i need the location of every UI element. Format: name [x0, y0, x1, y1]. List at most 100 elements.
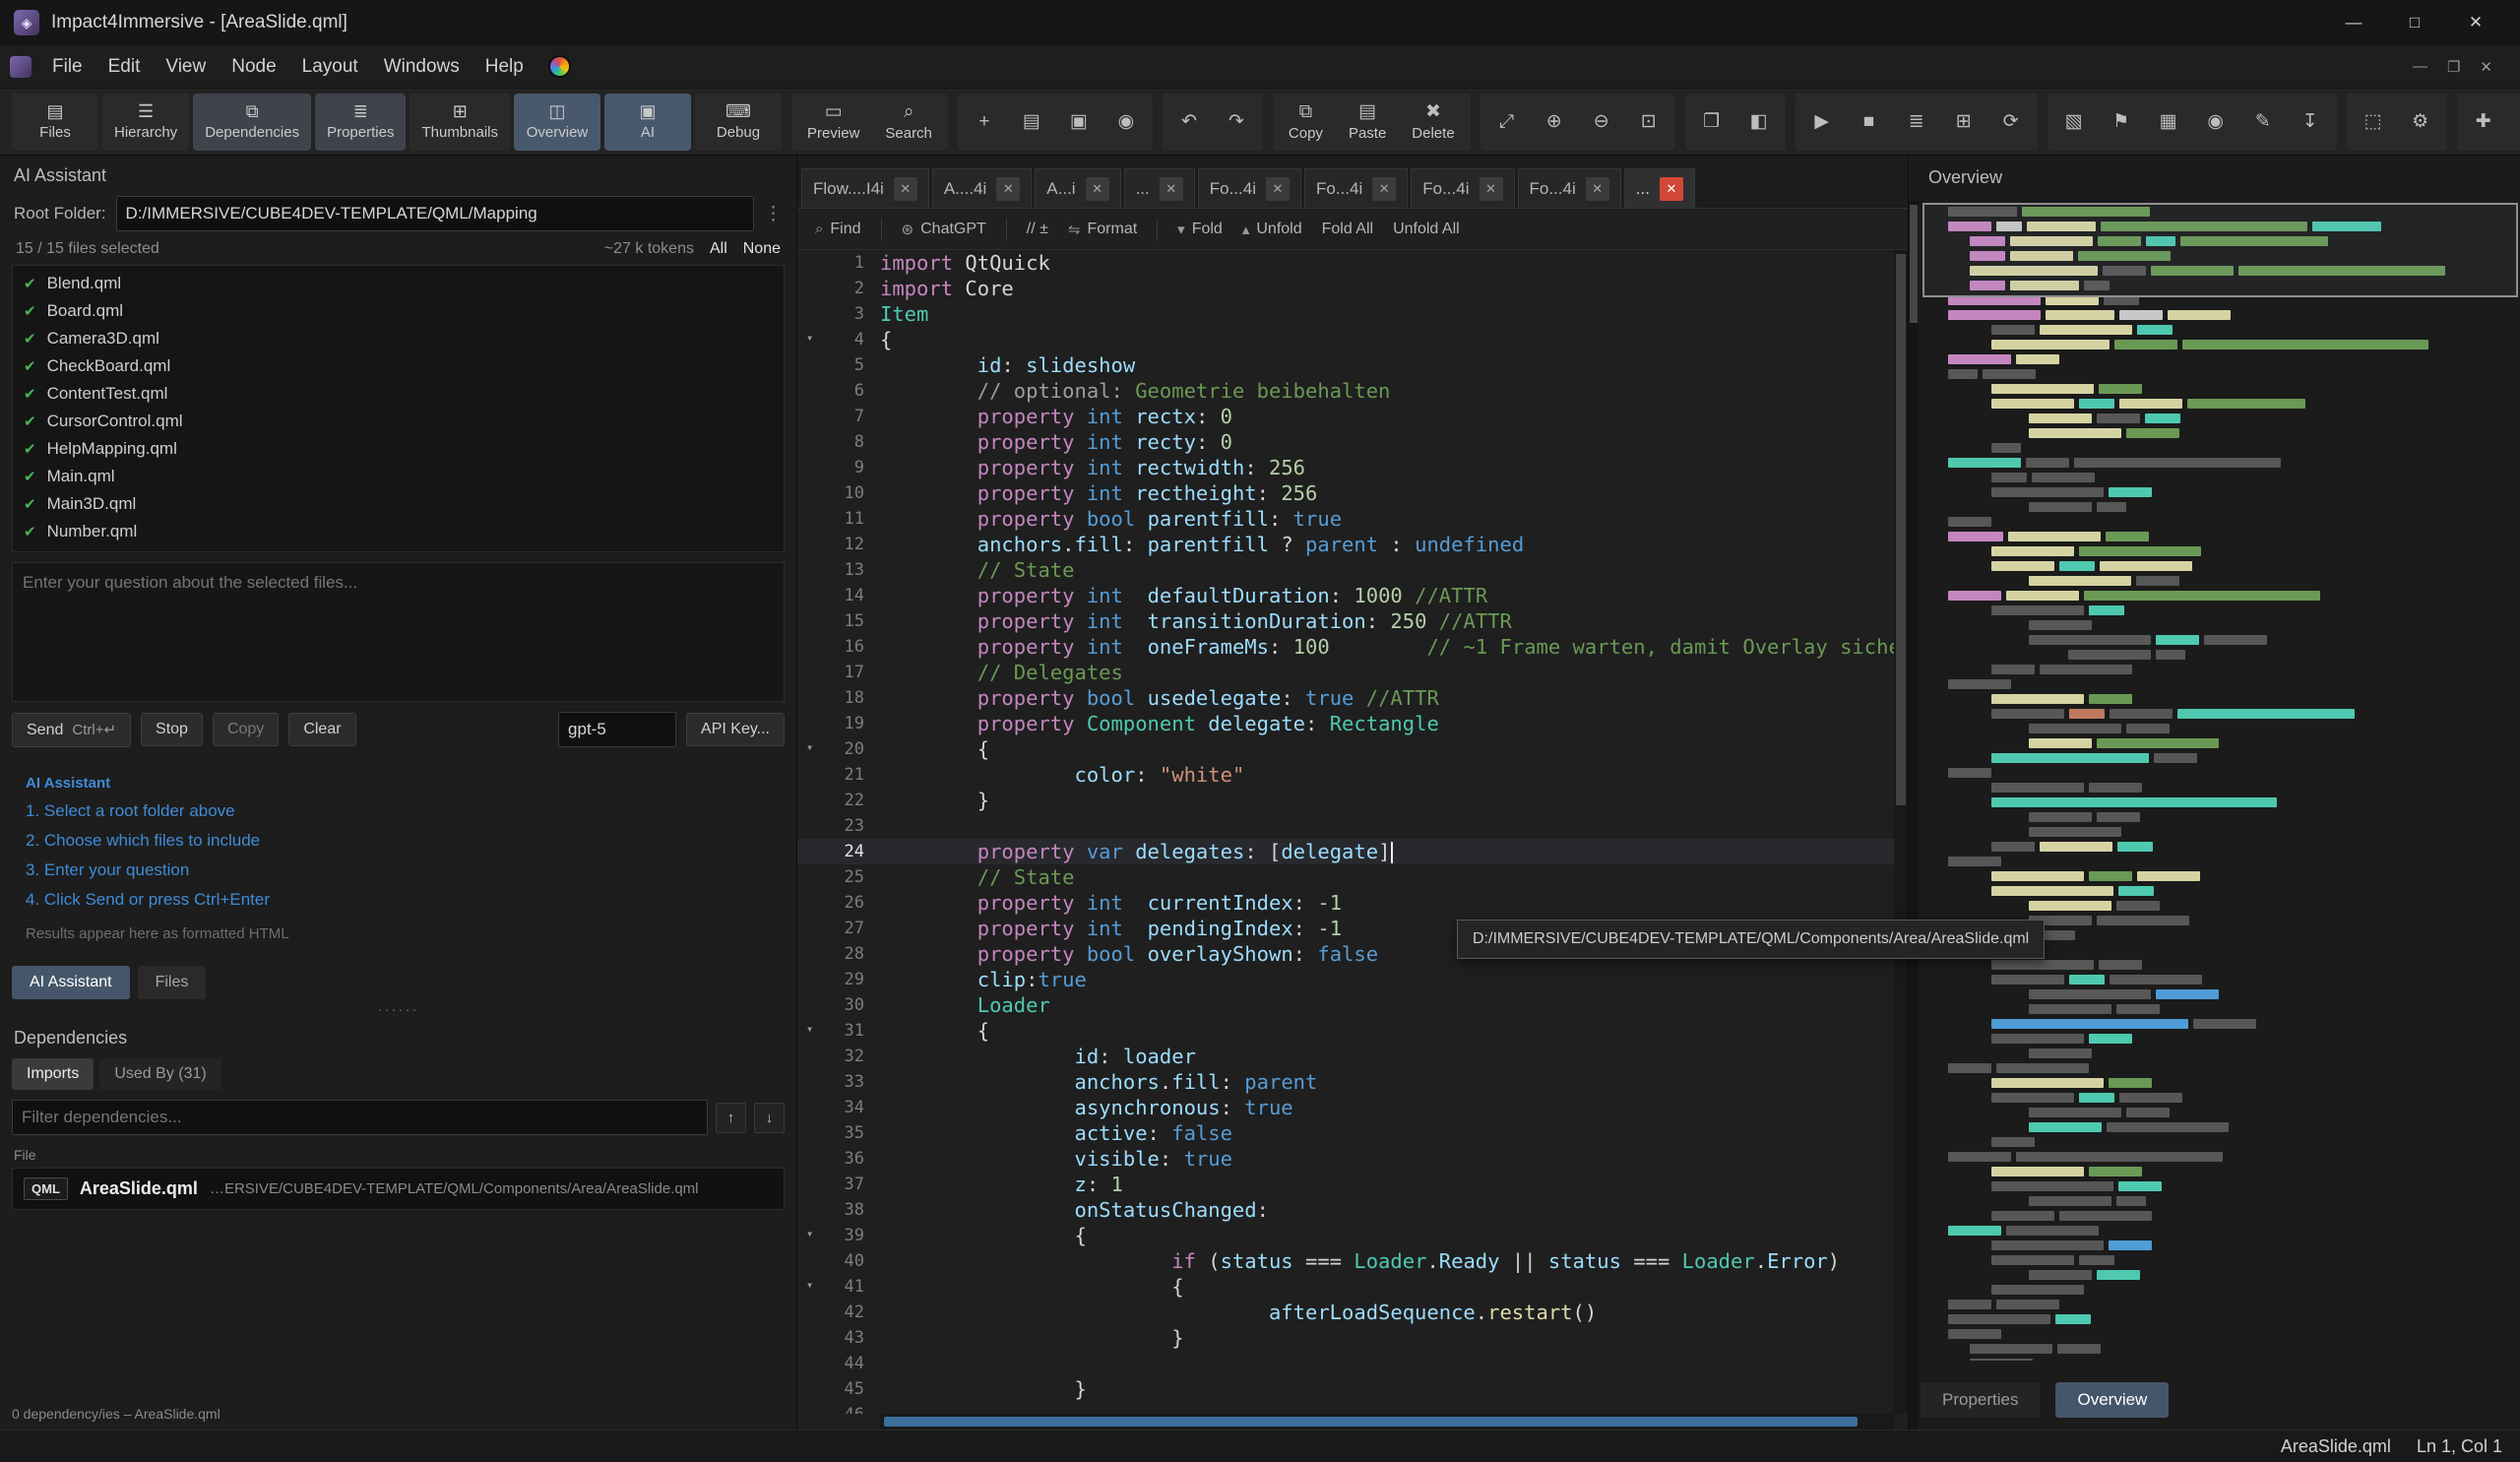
editor-tab[interactable]: ...✕: [1624, 168, 1695, 208]
editor-tab[interactable]: ...✕: [1124, 168, 1195, 208]
overview-scrollbar-thumb[interactable]: [1910, 205, 1918, 323]
settings-button[interactable]: ⚙: [2398, 96, 2443, 148]
code-line[interactable]: 3Item: [797, 301, 1894, 327]
sort-ascending-button[interactable]: ↑: [716, 1103, 746, 1133]
code-line[interactable]: 38 onStatusChanged:: [797, 1197, 1894, 1223]
zoom-out-button[interactable]: ⊖: [1579, 96, 1624, 148]
code-line[interactable]: 12 anchors.fill: parentfill ? parent : u…: [797, 532, 1894, 557]
tab-close-icon[interactable]: ✕: [1372, 177, 1396, 201]
file-checkbox-row[interactable]: ✔ContentTest.qml: [13, 380, 784, 408]
code-line[interactable]: 37 z: 1: [797, 1172, 1894, 1197]
code-line[interactable]: 5 id: slideshow: [797, 352, 1894, 378]
code-line[interactable]: 19 property Component delegate: Rectangl…: [797, 711, 1894, 736]
editor-tab[interactable]: Fo...4i✕: [1411, 168, 1514, 208]
file-checkbox-row[interactable]: ✔Board.qml: [13, 297, 784, 325]
menu-item-windows[interactable]: Windows: [371, 49, 472, 85]
code-line[interactable]: ▾31 {: [797, 1018, 1894, 1044]
copy-button[interactable]: ⧉Copy: [1277, 96, 1335, 148]
code-line[interactable]: 15 property int transitionDuration: 250 …: [797, 608, 1894, 634]
stop-button[interactable]: ■: [1847, 96, 1892, 148]
file-checkbox-row[interactable]: ✔Main3D.qml: [13, 490, 784, 518]
fold-marker-icon[interactable]: ▾: [806, 1227, 813, 1240]
tab-close-icon[interactable]: ✕: [1086, 177, 1109, 201]
editor-tool-chatgpt[interactable]: ⊛ChatGPT: [902, 221, 986, 238]
code-line[interactable]: 11 property bool parentfill: true: [797, 506, 1894, 532]
flag-button[interactable]: ⚑: [2099, 96, 2144, 148]
menu-item-help[interactable]: Help: [472, 49, 536, 85]
overview-panel-tab-overview[interactable]: Overview: [2055, 1382, 2169, 1418]
view-button-files[interactable]: ▤Files: [12, 94, 98, 151]
code-area[interactable]: 1import QtQuick2import Core3Item▾4{5 id:…: [797, 250, 1894, 1414]
maximize-button[interactable]: □: [2384, 0, 2445, 45]
minimap[interactable]: [1930, 207, 2514, 1361]
file-checkbox-row[interactable]: ✔Camera3D.qml: [13, 325, 784, 352]
redo-button[interactable]: ↷: [1214, 96, 1259, 148]
window-layout-button[interactable]: ◧: [1736, 96, 1782, 148]
horizontal-scrollbar[interactable]: [880, 1414, 1894, 1430]
code-line[interactable]: 24 property var delegates: [delegate]: [797, 839, 1894, 864]
undo-button[interactable]: ↶: [1166, 96, 1212, 148]
play-button[interactable]: ▶: [1799, 96, 1845, 148]
send-button[interactable]: SendCtrl+↵: [12, 713, 131, 747]
fullscreen-button[interactable]: ⤢: [1484, 96, 1530, 148]
code-line[interactable]: 32 id: loader: [797, 1044, 1894, 1069]
vertical-scrollbar-thumb[interactable]: [1896, 254, 1906, 805]
editor-tool-find[interactable]: ⌕Find: [815, 221, 861, 238]
code-line[interactable]: 21 color: "white": [797, 762, 1894, 788]
code-line[interactable]: 45 }: [797, 1376, 1894, 1402]
fold-marker-icon[interactable]: ▾: [806, 1022, 813, 1036]
code-line[interactable]: 7 property int rectx: 0: [797, 404, 1894, 429]
code-line[interactable]: 2import Core: [797, 276, 1894, 301]
view-button-debug[interactable]: ⌨Debug: [695, 94, 782, 151]
filter-dependencies-input[interactable]: [12, 1100, 708, 1135]
editor-tool-fold-all[interactable]: Fold All: [1322, 221, 1373, 238]
menu-item-edit[interactable]: Edit: [95, 49, 154, 85]
code-line[interactable]: ▾39 {: [797, 1223, 1894, 1248]
window-split-button[interactable]: ❐: [1689, 96, 1734, 148]
package-button[interactable]: ⬚: [2351, 96, 2396, 148]
api-key-button[interactable]: API Key...: [686, 713, 785, 746]
code-line[interactable]: 23: [797, 813, 1894, 839]
record-button[interactable]: ◉: [2193, 96, 2238, 148]
code-line[interactable]: 14 property int defaultDuration: 1000 //…: [797, 583, 1894, 608]
view-button-properties[interactable]: ≣Properties: [315, 94, 406, 151]
code-line[interactable]: 40 if (status === Loader.Ready || status…: [797, 1248, 1894, 1274]
deps-tab-used-by-31[interactable]: Used By (31): [99, 1058, 220, 1090]
menu-item-file[interactable]: File: [39, 49, 95, 85]
edit-button[interactable]: ✎: [2240, 96, 2286, 148]
horizontal-scrollbar-thumb[interactable]: [884, 1417, 1858, 1427]
paste-button[interactable]: ▤Paste: [1337, 96, 1398, 148]
editor-tab[interactable]: Fo...4i✕: [1198, 168, 1301, 208]
code-line[interactable]: 26 property int currentIndex: -1: [797, 890, 1894, 916]
code-line[interactable]: ▾4{: [797, 327, 1894, 352]
view-button-thumbnails[interactable]: ⊞Thumbnails: [410, 94, 510, 151]
code-line[interactable]: 1import QtQuick: [797, 250, 1894, 276]
mdi-close-icon[interactable]: ✕: [2480, 58, 2492, 76]
code-line[interactable]: 33 anchors.fill: parent: [797, 1069, 1894, 1095]
menu-item-layout[interactable]: Layout: [289, 49, 371, 85]
fold-marker-icon[interactable]: ▾: [806, 1278, 813, 1292]
code-line[interactable]: 25 // State: [797, 864, 1894, 890]
overview-scrollbar[interactable]: [1909, 201, 1919, 1430]
editor-tab[interactable]: A...i✕: [1035, 168, 1120, 208]
code-line[interactable]: 34 asynchronous: true: [797, 1095, 1894, 1120]
stop-button[interactable]: Stop: [141, 713, 203, 746]
code-line[interactable]: 30 Loader: [797, 992, 1894, 1018]
tab-close-icon[interactable]: ✕: [1586, 177, 1609, 201]
file-checkbox-row[interactable]: ✔Main.qml: [13, 463, 784, 490]
grid-button[interactable]: ⊞: [1941, 96, 1986, 148]
image-button[interactable]: ▧: [2051, 96, 2097, 148]
snapshot-button[interactable]: ◉: [1103, 96, 1149, 148]
menu-item-view[interactable]: View: [153, 49, 219, 85]
code-line[interactable]: 35 active: false: [797, 1120, 1894, 1146]
search-button[interactable]: ⌕Search: [873, 96, 944, 148]
code-line[interactable]: 46: [797, 1402, 1894, 1414]
mdi-restore-icon[interactable]: ❐: [2447, 58, 2460, 76]
select-none-link[interactable]: None: [743, 240, 781, 258]
editor-tab[interactable]: A....4i✕: [932, 168, 1032, 208]
view-button-dependencies[interactable]: ⧉Dependencies: [193, 94, 311, 151]
editor-tab[interactable]: Fo...4i✕: [1518, 168, 1621, 208]
code-line[interactable]: 43 }: [797, 1325, 1894, 1351]
file-checkbox-row[interactable]: ✔Blend.qml: [13, 270, 784, 297]
tab-close-icon[interactable]: ✕: [1160, 177, 1183, 201]
